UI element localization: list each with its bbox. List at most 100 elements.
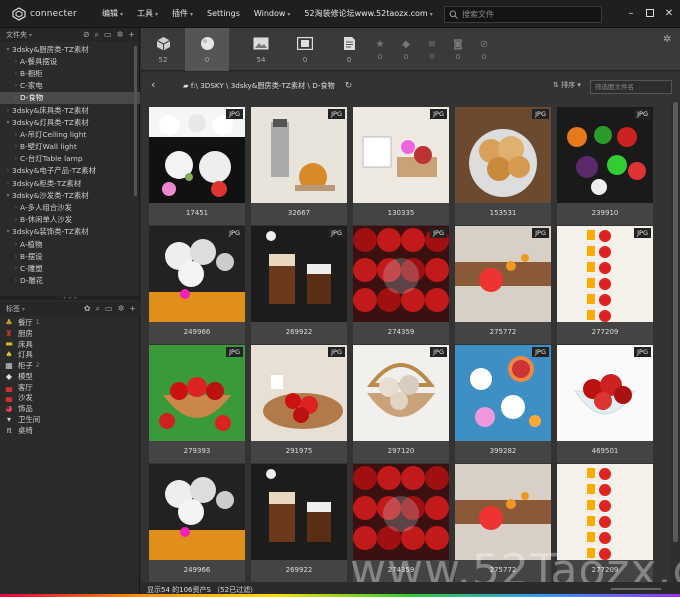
minimize-icon[interactable]: – bbox=[624, 6, 638, 20]
thumbnail[interactable] bbox=[455, 226, 551, 322]
asset-card[interactable]: JPG 17451 bbox=[149, 107, 245, 225]
chevron-right-icon[interactable]: › bbox=[12, 70, 20, 77]
chevron-right-icon[interactable]: › bbox=[4, 107, 12, 114]
back-arrow-icon[interactable]: ‹ bbox=[151, 78, 155, 91]
close-icon[interactable]: ✕ bbox=[662, 6, 676, 20]
menu-forum[interactable]: 52淘装修论坛www.52taozx.com ▾ bbox=[304, 8, 432, 19]
gear-icon[interactable]: ✲ bbox=[663, 34, 671, 45]
filter-list[interactable]: ≡ 0 bbox=[419, 28, 445, 71]
asset-card[interactable]: JPG 269922 bbox=[251, 226, 347, 344]
tag-settings-icon[interactable]: ✿ bbox=[84, 304, 91, 314]
chevron-right-icon[interactable]: › bbox=[12, 131, 20, 138]
toolbar-document[interactable]: 0 bbox=[327, 28, 371, 71]
folder-item[interactable]: › D-食物 bbox=[0, 91, 140, 104]
chevron-right-icon[interactable]: › bbox=[12, 58, 20, 65]
tag-item[interactable]: ♣ 餐厅 1 bbox=[0, 317, 140, 328]
folder-item[interactable]: ▾ 3dsky&装饰类-TZ素材 bbox=[0, 226, 140, 238]
asset-card[interactable]: JPG 274359 bbox=[353, 226, 449, 344]
filter-camera[interactable]: ◙ 0 bbox=[445, 28, 471, 71]
folder-item[interactable]: ▾ 3dsky&厨房类-TZ素材 bbox=[0, 43, 140, 55]
thumbnail[interactable] bbox=[251, 107, 347, 203]
asset-card[interactable]: JPG 399282 bbox=[455, 345, 551, 463]
menu-edit[interactable]: 编辑 ▾ bbox=[102, 8, 123, 19]
asset-card[interactable]: JPG 130335 bbox=[353, 107, 449, 225]
folder-item[interactable]: › B-橱柜 bbox=[0, 67, 140, 79]
thumbnail[interactable] bbox=[455, 107, 551, 203]
folder-item[interactable]: › C-雕塑 bbox=[0, 262, 140, 274]
folder-item[interactable]: › A-餐具摆设 bbox=[0, 55, 140, 67]
tag-item[interactable]: ▄ 沙发 bbox=[0, 393, 140, 404]
folder-item[interactable]: › B-摆设 bbox=[0, 250, 140, 262]
toolbar-3d-model[interactable]: 52 bbox=[141, 28, 185, 71]
thumbnail[interactable] bbox=[149, 226, 245, 322]
thumbnail[interactable] bbox=[557, 226, 653, 322]
chevron-right-icon[interactable]: › bbox=[12, 216, 20, 223]
zoom-slider[interactable] bbox=[611, 588, 661, 590]
breadcrumb[interactable]: ▰ f:\ 3DSKY \ 3dsky&厨房类-TZ素材 \ D-食物 bbox=[183, 81, 335, 91]
menu-settings[interactable]: Settings bbox=[207, 9, 240, 18]
thumbnail[interactable] bbox=[149, 464, 245, 560]
folder-item[interactable]: › B-休闲单人沙发 bbox=[0, 214, 140, 226]
asset-card[interactable]: 249966 bbox=[149, 464, 245, 582]
thumbnail[interactable] bbox=[353, 226, 449, 322]
global-search[interactable]: 搜索文件 bbox=[444, 6, 602, 23]
thumbnail[interactable] bbox=[251, 226, 347, 322]
folder-item[interactable]: › A-吊灯Ceiling light bbox=[0, 128, 140, 140]
tag-item[interactable]: ▦ 柜子 2 bbox=[0, 360, 140, 371]
tag-item[interactable]: ♜ 厨房 bbox=[0, 328, 140, 339]
tag-item[interactable]: ◆ 模型 bbox=[0, 371, 140, 382]
toolbar-image[interactable]: 54 bbox=[239, 28, 283, 71]
chevron-right-icon[interactable]: › bbox=[12, 253, 20, 260]
gear-icon[interactable]: ✲ bbox=[117, 30, 124, 40]
folder-item[interactable]: › C-家电 bbox=[0, 80, 140, 92]
chevron-right-icon[interactable]: › bbox=[12, 94, 20, 101]
chevron-right-icon[interactable]: › bbox=[4, 180, 12, 187]
maximize-icon[interactable] bbox=[643, 6, 657, 20]
asset-card[interactable]: JPG 297120 bbox=[353, 345, 449, 463]
tag-item[interactable]: π 桌椅 bbox=[0, 425, 140, 436]
eye-off-icon[interactable]: ⊘ bbox=[83, 30, 90, 40]
thumbnail[interactable] bbox=[251, 464, 347, 560]
asset-card[interactable]: JPG 277209 bbox=[557, 226, 653, 344]
chevron-right-icon[interactable]: › bbox=[12, 82, 20, 89]
folder-item[interactable]: › A-多人组合沙发 bbox=[0, 201, 140, 213]
add-icon[interactable]: + bbox=[129, 304, 136, 314]
menu-plugins[interactable]: 插件 ▾ bbox=[172, 8, 193, 19]
add-icon[interactable]: + bbox=[128, 30, 135, 40]
refresh-icon[interactable]: ↻ bbox=[345, 81, 353, 91]
folder-item[interactable]: › 3dsky&柜类-TZ素材 bbox=[0, 177, 140, 189]
asset-card[interactable]: JPG 239910 bbox=[557, 107, 653, 225]
tag-item[interactable]: ◕ 饰品 bbox=[0, 403, 140, 414]
asset-card[interactable]: JPG 153531 bbox=[455, 107, 551, 225]
tag-item[interactable]: ▄ 客厅 bbox=[0, 382, 140, 393]
folder-item[interactable]: › 3dsky&床具类-TZ素材 bbox=[0, 104, 140, 116]
tag-item[interactable]: ♠ 灯具 bbox=[0, 349, 140, 360]
chevron-right-icon[interactable]: › bbox=[12, 265, 20, 272]
filter-block[interactable]: ⊘ 0 bbox=[471, 28, 497, 71]
chevron-down-icon[interactable]: ▾ bbox=[4, 192, 12, 199]
panel-splitter[interactable]: • • • bbox=[0, 295, 140, 302]
chevron-down-icon[interactable]: ▾ bbox=[4, 119, 12, 126]
thumbnail[interactable] bbox=[557, 107, 653, 203]
chevron-right-icon[interactable]: › bbox=[12, 241, 20, 248]
chevron-right-icon[interactable]: › bbox=[12, 143, 20, 150]
tag-item[interactable]: ▾ 卫生间 bbox=[0, 414, 140, 425]
chevron-right-icon[interactable]: › bbox=[12, 155, 20, 162]
asset-card[interactable]: JPG 279393 bbox=[149, 345, 245, 463]
folder-item[interactable]: › D-雕花 bbox=[0, 275, 140, 287]
chevron-right-icon[interactable]: › bbox=[12, 277, 20, 284]
sort-button[interactable]: ⇅ 排序 ▾ bbox=[553, 80, 581, 90]
search-icon[interactable]: ⌕ bbox=[95, 30, 99, 40]
search-icon[interactable]: ⌕ bbox=[96, 304, 100, 314]
toolbar-material[interactable]: 0 bbox=[185, 28, 229, 71]
chevron-right-icon[interactable]: › bbox=[4, 167, 12, 174]
folder-item[interactable]: › 3dsky&电子产品-TZ素材 bbox=[0, 165, 140, 177]
thumbnail[interactable] bbox=[353, 345, 449, 441]
tree-scrollbar[interactable] bbox=[134, 46, 137, 196]
toolbar-video[interactable]: 0 bbox=[283, 28, 327, 71]
menu-tools[interactable]: 工具 ▾ bbox=[137, 8, 158, 19]
folder-item[interactable]: ▾ 3dsky&灯具类-TZ素材 bbox=[0, 116, 140, 128]
asset-card[interactable]: JPG 469501 bbox=[557, 345, 653, 463]
thumbnail[interactable] bbox=[557, 345, 653, 441]
thumbnail[interactable] bbox=[353, 107, 449, 203]
